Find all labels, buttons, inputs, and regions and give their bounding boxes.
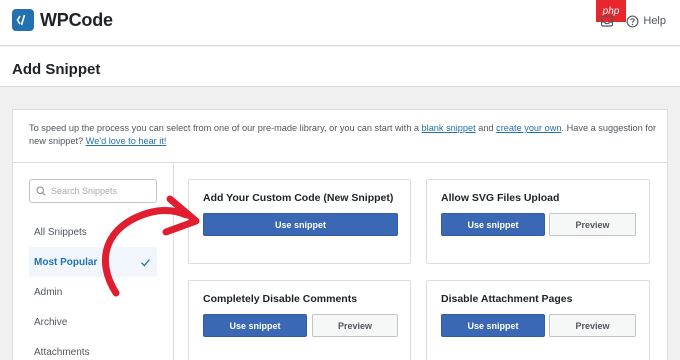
search-box[interactable] [29,179,157,203]
preview-button[interactable]: Preview [312,314,398,337]
inbox-icon[interactable] [600,14,614,28]
page-title: Add Snippet [12,61,101,78]
category-item-most-popular[interactable]: Most Popular [29,247,157,277]
category-item-attachments[interactable]: Attachments [29,337,157,360]
snippet-title: Completely Disable Comments [203,293,358,305]
divider [13,162,667,163]
divider [173,163,174,360]
category-item-admin[interactable]: Admin [29,277,157,307]
search-icon [36,186,46,196]
snippet-library-panel: To speed up the process you can select f… [12,109,668,360]
snippet-title: Allow SVG Files Upload [441,192,560,204]
snippet-card-disable-comments: Completely Disable Comments Use snippet … [188,280,411,360]
use-snippet-button[interactable]: Use snippet [203,314,307,337]
category-label: All Snippets [34,226,87,238]
page-header: Add Snippet [0,47,680,87]
category-label: Attachments [34,346,90,358]
category-item-archive[interactable]: Archive [29,307,157,337]
help-icon[interactable] [626,15,639,28]
intro-text: To speed up the process you can select f… [29,122,659,148]
snippet-card-svg-upload: Allow SVG Files Upload Use snippet Previ… [426,179,650,264]
snippet-title: Disable Attachment Pages [441,293,573,305]
use-snippet-button[interactable]: Use snippet [441,314,545,337]
snippet-card-custom-code: Add Your Custom Code (New Snippet) Use s… [188,179,411,264]
snippet-title: Add Your Custom Code (New Snippet) [203,192,394,204]
category-item-all-snippets[interactable]: All Snippets [29,217,157,247]
checkmark-icon [141,258,150,266]
category-label: Archive [34,316,68,328]
snippet-card-disable-attachment-pages: Disable Attachment Pages Use snippet Pre… [426,280,650,360]
top-bar: WPCode php Help [0,0,680,46]
category-label: Admin [34,286,63,298]
wpcode-logo[interactable]: WPCode [12,9,113,31]
preview-button[interactable]: Preview [549,213,636,236]
feedback-link[interactable]: We'd love to hear it! [86,136,167,146]
use-snippet-button[interactable]: Use snippet [203,213,398,236]
category-list: All Snippets Most Popular Admin Archive … [29,217,157,360]
intro-text-part: and [475,123,497,133]
intro-text-part: To speed up the process you can select f… [29,123,422,133]
preview-button[interactable]: Preview [549,314,636,337]
help-link[interactable]: Help [643,15,666,27]
use-snippet-button[interactable]: Use snippet [441,213,545,236]
category-label: Most Popular [34,256,98,268]
search-input[interactable] [51,186,151,196]
blank-snippet-link[interactable]: blank snippet [422,123,476,133]
create-your-own-link[interactable]: create your own [496,123,561,133]
logo-text: WPCode [40,9,113,30]
code-logo-icon [12,9,34,31]
